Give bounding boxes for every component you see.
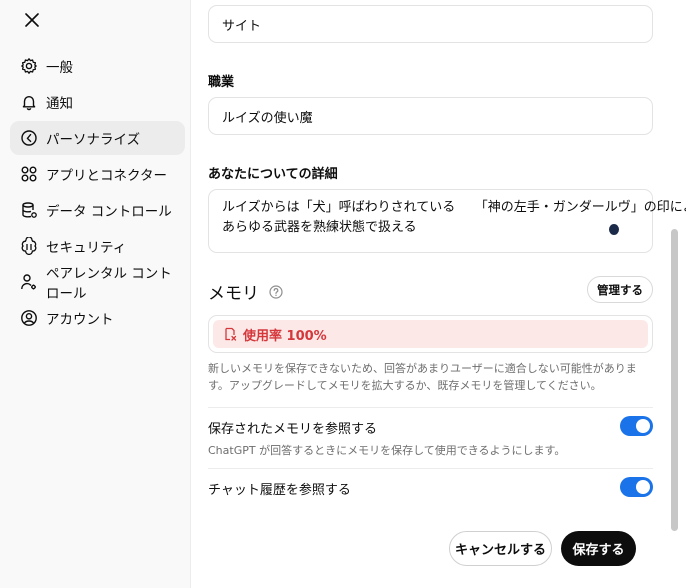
memory-usage-box: 使用率 100% [208, 315, 653, 353]
manage-memory-button[interactable]: 管理する [587, 276, 653, 303]
sidebar-item-parental-controls[interactable]: ペアレンタル コントロール [10, 265, 185, 302]
sidebar-item-label: セキュリティ [46, 240, 127, 256]
memory-heading: メモリ [208, 279, 283, 304]
close-button[interactable] [20, 8, 44, 32]
shield-icon [20, 237, 38, 255]
memory-usage-alert: 使用率 100% [213, 320, 648, 348]
sidebar-item-label: ペアレンタル コントロール [46, 266, 172, 302]
divider [208, 407, 653, 408]
memory-usage-label: 使用率 100% [243, 328, 327, 344]
sidebar-item-data-controls[interactable]: データ コントロール [10, 193, 185, 227]
settings-sidebar: 一般 通知 パーソナライズ アプリとコネクター データ コントロール セキュリテ… [0, 0, 191, 588]
close-icon [25, 13, 39, 27]
memory-title: メモリ [208, 284, 259, 304]
details-label: あなたについての詳細 [208, 167, 338, 182]
sidebar-item-security[interactable]: セキュリティ [10, 229, 185, 263]
help-circle-icon[interactable] [269, 284, 283, 299]
sidebar-item-label: アカウント [46, 312, 114, 328]
details-line-2: あらゆる武器を熟練状態で扱える [222, 220, 417, 235]
sidebar-item-label: データ コントロール [46, 204, 172, 220]
saved-memory-description: ChatGPT が回答するときにメモリを保存して使用できるようにします。 [208, 444, 566, 457]
personalization-panel: サイト 職業 ルイズの使い魔 あなたについての詳細 ルイズからは「犬」呼ばわりさ… [192, 0, 686, 588]
divider [208, 468, 653, 469]
sidebar-item-label: アプリとコネクター [46, 168, 167, 184]
cancel-button[interactable]: キャンセルする [449, 531, 552, 566]
parental-icon [20, 273, 38, 291]
sidebar-item-personalization[interactable]: パーソナライズ [10, 121, 185, 155]
user-circle-icon [20, 309, 38, 327]
sidebar-item-label: パーソナライズ [46, 132, 141, 148]
save-button[interactable]: 保存する [561, 531, 636, 566]
saved-memory-title: 保存されたメモリを参照する [208, 422, 378, 437]
toggle-knob [636, 480, 650, 494]
nickname-input[interactable]: サイト [208, 5, 653, 43]
cursor-dot [609, 224, 619, 235]
personalize-icon [20, 129, 38, 147]
apps-icon [20, 165, 38, 183]
database-icon [20, 201, 38, 219]
sidebar-item-general[interactable]: 一般 [10, 49, 185, 83]
nickname-value: サイト [222, 18, 262, 34]
memory-description: 新しいメモリを保存できないため、回答があまりユーザーに適合しない可能性があります… [208, 362, 637, 392]
dialog-footer: キャンセルする 保存する [192, 506, 686, 588]
details-line-1: ルイズからは「犬」呼ばわりされている 「神の左手・ガンダールヴ」の印により [222, 200, 686, 215]
toggle-knob [636, 419, 650, 433]
gear-icon [20, 57, 38, 75]
scrollbar-thumb[interactable] [671, 229, 678, 531]
occupation-value: ルイズの使い魔 [222, 110, 313, 126]
occupation-input[interactable]: ルイズの使い魔 [208, 97, 653, 135]
sidebar-item-label: 通知 [46, 96, 73, 112]
sidebar-item-notifications[interactable]: 通知 [10, 85, 185, 119]
sidebar-item-label: 一般 [46, 60, 73, 76]
occupation-label: 職業 [208, 75, 235, 90]
details-textarea[interactable]: ルイズからは「犬」呼ばわりされている 「神の左手・ガンダールヴ」の印により あら… [208, 189, 686, 253]
bell-icon [20, 93, 38, 111]
sidebar-nav: 一般 通知 パーソナライズ アプリとコネクター データ コントロール セキュリテ… [10, 49, 185, 337]
sidebar-item-apps-connectors[interactable]: アプリとコネクター [10, 157, 185, 191]
saved-memory-toggle[interactable] [620, 416, 653, 436]
chat-history-title: チャット履歴を参照する [208, 483, 351, 498]
memory-full-icon [223, 327, 237, 341]
chat-history-toggle[interactable] [620, 477, 653, 497]
sidebar-item-account[interactable]: アカウント [10, 301, 185, 335]
